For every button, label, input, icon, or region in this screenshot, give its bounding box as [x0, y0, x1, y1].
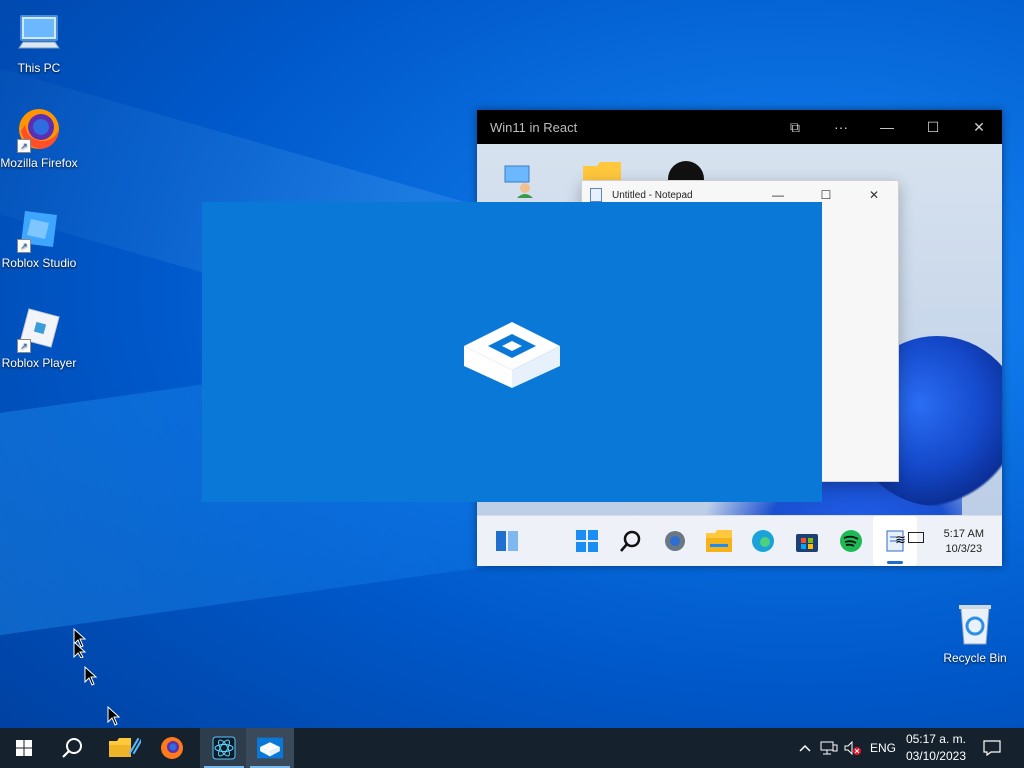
- window-title: Win11 in React: [490, 119, 578, 135]
- roblox-player-icon: ↗: [15, 305, 63, 353]
- widgets-icon[interactable]: [485, 516, 529, 566]
- notepad-minimize-button[interactable]: —: [754, 188, 802, 202]
- search-button[interactable]: [48, 728, 96, 768]
- shortcut-arrow-icon: ↗: [17, 239, 31, 253]
- mouse-cursor-icon: [84, 665, 98, 691]
- desktop-icon-recycle-bin[interactable]: Recycle Bin: [936, 600, 1014, 666]
- win11-date: 10/3/23: [945, 543, 983, 555]
- shortcut-arrow-icon: ↗: [17, 139, 31, 153]
- start-button[interactable]: [0, 728, 48, 768]
- win11-clock[interactable]: 5:17 AM 10/3/23: [944, 527, 984, 557]
- notepad-title: Untitled - Notepad: [612, 189, 693, 201]
- desktop-icon-this-pc[interactable]: This PC: [0, 10, 78, 76]
- maximize-button[interactable]: ☐: [910, 110, 956, 144]
- vs-code-react-icon: [212, 736, 236, 760]
- volume-muted-icon[interactable]: [842, 728, 864, 768]
- notepad-maximize-button[interactable]: ☐: [802, 188, 850, 202]
- shortcut-arrow-icon: ↗: [17, 339, 31, 353]
- firefox-icon: [161, 737, 183, 759]
- show-hidden-icons-chevron-icon[interactable]: [796, 728, 814, 768]
- store-icon[interactable]: [785, 516, 829, 566]
- search-icon: [62, 738, 82, 758]
- window-titlebar[interactable]: Win11 in React ⧉ ··· — ☐ ✕: [477, 110, 1002, 144]
- more-options-button[interactable]: ···: [818, 110, 864, 144]
- snap-layout-button[interactable]: ⧉: [772, 110, 818, 144]
- language-indicator[interactable]: ENG: [868, 728, 898, 768]
- edge-icon[interactable]: [741, 516, 785, 566]
- search-icon[interactable]: [609, 516, 653, 566]
- file-explorer-icon[interactable]: [697, 516, 741, 566]
- taskbar-vs-code-react[interactable]: [200, 728, 248, 768]
- taskbar-time: 05:17 a. m.: [905, 732, 966, 746]
- desktop-icon-roblox-studio[interactable]: ↗ Roblox Studio: [0, 205, 78, 271]
- sandbox-icon: [257, 737, 283, 759]
- notification-center-icon[interactable]: [976, 728, 1008, 768]
- notepad-icon: [590, 188, 602, 202]
- file-explorer-icon: [109, 737, 141, 757]
- computer-icon: [15, 10, 63, 58]
- network-icon[interactable]: [818, 728, 840, 768]
- taskbar: ENG 05:17 a. m. 03/10/2023: [0, 728, 1024, 768]
- desktop-icon-roblox-player[interactable]: ↗ Roblox Player: [0, 305, 78, 371]
- desktop-icon-firefox[interactable]: ↗ Mozilla Firefox: [0, 105, 78, 171]
- firefox-icon: ↗: [15, 105, 63, 153]
- taskbar-clock[interactable]: 05:17 a. m. 03/10/2023: [906, 731, 966, 765]
- start-icon[interactable]: [565, 516, 609, 566]
- settings-icon[interactable]: [653, 516, 697, 566]
- minimize-button[interactable]: —: [864, 110, 910, 144]
- taskbar-date: 03/10/2023: [905, 749, 966, 763]
- desktop-icon-label: Roblox Studio: [1, 256, 77, 270]
- wifi-icon[interactable]: ≋: [895, 532, 906, 548]
- desktop-icon-label: Roblox Player: [1, 356, 77, 370]
- sandbox-box-icon: [462, 310, 562, 395]
- desktop-icon-label: Recycle Bin: [943, 651, 1007, 665]
- taskbar-file-explorer[interactable]: [100, 728, 148, 768]
- windows-logo-icon: [16, 740, 32, 756]
- win11-taskbar: ≋ 5:17 AM 10/3/23: [477, 515, 1002, 566]
- sandbox-splash: [202, 202, 822, 502]
- notepad-close-button[interactable]: ✕: [850, 188, 898, 202]
- taskbar-firefox[interactable]: [148, 728, 196, 768]
- battery-icon[interactable]: [908, 532, 924, 543]
- spotify-icon[interactable]: [829, 516, 873, 566]
- desktop-icon-label: This PC: [17, 61, 61, 75]
- desktop-icon-label: Mozilla Firefox: [0, 156, 78, 170]
- win11-time: 5:17 AM: [943, 528, 984, 540]
- recycle-bin-icon: [951, 600, 999, 648]
- mouse-cursor-icon: [73, 627, 87, 663]
- user-icon[interactable]: [503, 164, 535, 203]
- taskbar-sandbox[interactable]: [246, 728, 294, 768]
- close-button[interactable]: ✕: [956, 110, 1002, 144]
- roblox-studio-icon: ↗: [15, 205, 63, 253]
